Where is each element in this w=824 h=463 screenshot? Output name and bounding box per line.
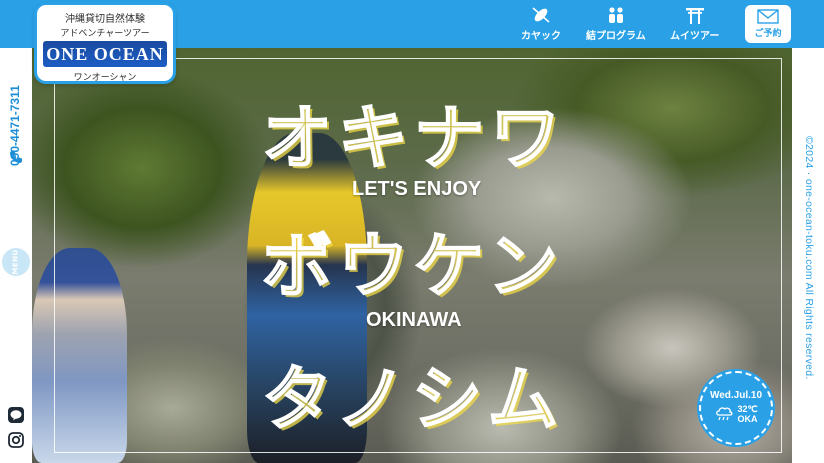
reserve-label: ご予約	[754, 29, 782, 39]
logo-tagline-2: アドベンチャーツアー	[60, 29, 150, 39]
reserve-button[interactable]: ご予約	[745, 5, 791, 43]
hero-catch-line1: オキナワ	[261, 96, 566, 180]
hero-catch-line2: ボウケン	[261, 224, 564, 308]
copyright-text: ©2024 · one-ocean-toku.com All Rights re…	[803, 136, 815, 380]
menu-button[interactable]: MENU	[2, 248, 30, 276]
phone-icon	[10, 151, 22, 163]
instagram-icon	[8, 432, 24, 448]
line-link[interactable]	[8, 407, 24, 423]
weather-date: Wed.Jul.10	[709, 390, 763, 401]
logo-wordmark: ONE OCEAN	[43, 41, 167, 67]
nav-mui-tour[interactable]: ムイツアー	[670, 6, 719, 42]
nav-kayak-label: カヤック	[521, 31, 561, 42]
weather-location: OKA	[737, 414, 758, 424]
hero-catch-line3: タノシム	[261, 357, 564, 441]
weather-badge: Wed.Jul.10 32℃ OKA	[699, 371, 773, 445]
nav-yui-program[interactable]: 結プログラム	[586, 6, 646, 42]
kayak-icon	[532, 7, 550, 23]
nav-kayak[interactable]: カヤック	[521, 6, 561, 42]
torii-icon	[685, 8, 704, 24]
mail-icon	[757, 9, 779, 24]
people-icon	[608, 7, 623, 23]
nav-mui-tour-label: ムイツアー	[670, 31, 720, 42]
menu-label: MENU	[11, 249, 20, 275]
hero-visitor-figure	[32, 248, 127, 463]
site-logo[interactable]: 沖縄貸切自然体験 アドベンチャーツアー ONE OCEAN ワンオーシャン	[34, 2, 176, 84]
copyright-rail: ©2024 · one-ocean-toku.com All Rights re…	[801, 136, 815, 380]
hero-sub-line2: OKINAWA	[366, 309, 462, 331]
rain-cloud-icon	[716, 407, 733, 421]
nav-yui-program-label: 結プログラム	[586, 31, 646, 42]
logo-name-kana: ワンオーシャン	[73, 73, 137, 83]
logo-tagline-1: 沖縄貸切自然体験	[65, 14, 145, 25]
instagram-link[interactable]	[8, 432, 24, 448]
line-icon	[8, 407, 24, 423]
hero-sub-line1: LET'S ENJOY	[352, 178, 482, 200]
weather-temp: 32℃	[737, 404, 758, 414]
